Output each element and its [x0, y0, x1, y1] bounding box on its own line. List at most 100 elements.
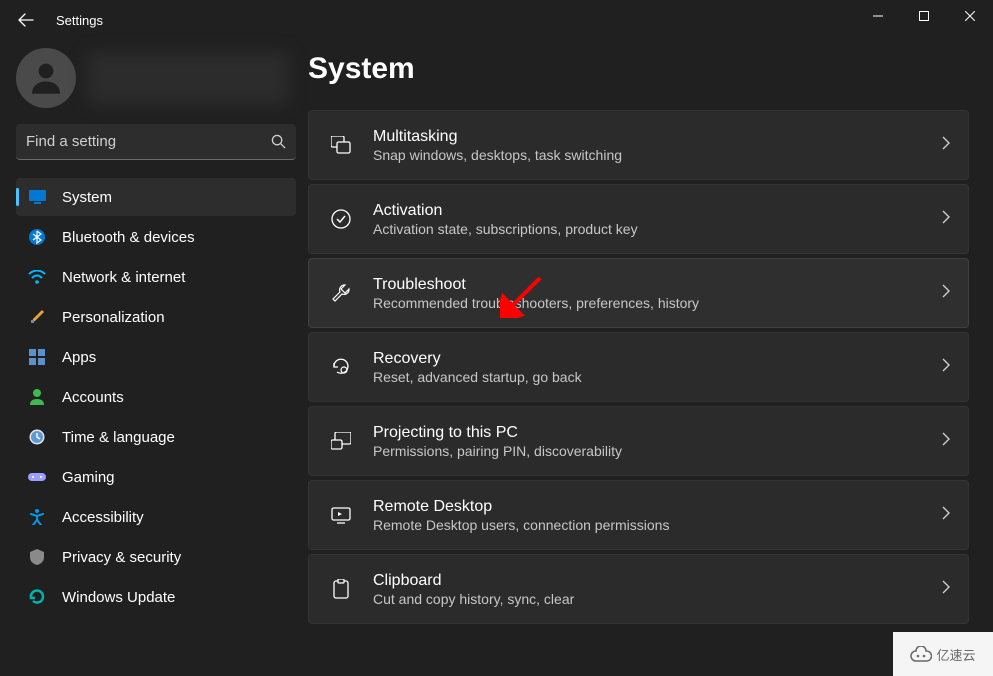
item-text: Recovery Reset, advanced startup, go bac… — [373, 350, 942, 385]
multitask-icon — [327, 136, 355, 154]
chevron-right-icon — [942, 580, 950, 599]
sidebar: System Bluetooth & devices Network & int… — [0, 40, 300, 676]
sidebar-item-privacy[interactable]: Privacy & security — [16, 538, 296, 576]
user-account-area[interactable] — [16, 48, 300, 108]
shield-icon — [28, 548, 46, 566]
item-desc: Activation state, subscriptions, product… — [373, 221, 942, 237]
sidebar-item-accessibility[interactable]: Accessibility — [16, 498, 296, 536]
clock-icon — [28, 428, 46, 446]
chevron-right-icon — [942, 136, 950, 155]
item-title: Activation — [373, 202, 942, 220]
main-content: System Multitasking Snap windows, deskto… — [300, 40, 993, 676]
sidebar-item-bluetooth[interactable]: Bluetooth & devices — [16, 218, 296, 256]
item-desc: Recommended troubleshooters, preferences… — [373, 295, 942, 311]
chevron-right-icon — [942, 210, 950, 229]
clipboard-icon — [327, 579, 355, 599]
item-title: Troubleshoot — [373, 276, 942, 294]
settings-item-recovery[interactable]: Recovery Reset, advanced startup, go bac… — [308, 332, 969, 402]
sidebar-item-label: Accounts — [62, 389, 124, 406]
window-controls — [855, 0, 993, 32]
page-title: System — [308, 52, 969, 86]
item-desc: Cut and copy history, sync, clear — [373, 591, 942, 607]
item-text: Multitasking Snap windows, desktops, tas… — [373, 128, 942, 163]
apps-icon — [28, 348, 46, 366]
back-button[interactable] — [14, 8, 38, 32]
sidebar-item-system[interactable]: System — [16, 178, 296, 216]
sidebar-item-label: Privacy & security — [62, 549, 181, 566]
recovery-icon — [327, 357, 355, 377]
sidebar-item-gaming[interactable]: Gaming — [16, 458, 296, 496]
bluetooth-icon — [28, 228, 46, 246]
watermark: 亿速云 — [893, 632, 993, 676]
sidebar-item-label: Bluetooth & devices — [62, 229, 195, 246]
settings-item-projecting[interactable]: Projecting to this PC Permissions, pairi… — [308, 406, 969, 476]
item-text: Clipboard Cut and copy history, sync, cl… — [373, 572, 942, 607]
minimize-button[interactable] — [855, 0, 901, 32]
cloud-icon — [910, 646, 932, 662]
brush-icon — [28, 308, 46, 326]
sidebar-item-label: System — [62, 189, 112, 206]
monitor-icon — [28, 188, 46, 206]
close-icon — [965, 11, 975, 21]
item-title: Remote Desktop — [373, 498, 942, 516]
chevron-right-icon — [942, 432, 950, 451]
minimize-icon — [873, 11, 883, 21]
maximize-button[interactable] — [901, 0, 947, 32]
item-title: Clipboard — [373, 572, 942, 590]
item-text: Projecting to this PC Permissions, pairi… — [373, 424, 942, 459]
gamepad-icon — [28, 468, 46, 486]
project-icon — [327, 432, 355, 450]
wrench-icon — [327, 283, 355, 303]
settings-item-troubleshoot[interactable]: Troubleshoot Recommended troubleshooters… — [308, 258, 969, 328]
sidebar-item-accounts[interactable]: Accounts — [16, 378, 296, 416]
item-title: Projecting to this PC — [373, 424, 942, 442]
sidebar-item-label: Accessibility — [62, 509, 144, 526]
close-button[interactable] — [947, 0, 993, 32]
settings-list: Multitasking Snap windows, desktops, tas… — [308, 110, 969, 624]
item-desc: Permissions, pairing PIN, discoverabilit… — [373, 443, 942, 459]
sidebar-item-personalization[interactable]: Personalization — [16, 298, 296, 336]
sidebar-item-network[interactable]: Network & internet — [16, 258, 296, 296]
item-text: Remote Desktop Remote Desktop users, con… — [373, 498, 942, 533]
back-arrow-icon — [18, 12, 34, 28]
user-info-redacted — [88, 52, 288, 104]
item-desc: Remote Desktop users, connection permiss… — [373, 517, 942, 533]
watermark-text: 亿速云 — [936, 645, 975, 664]
settings-item-clipboard[interactable]: Clipboard Cut and copy history, sync, cl… — [308, 554, 969, 624]
item-title: Multitasking — [373, 128, 942, 146]
item-text: Troubleshoot Recommended troubleshooters… — [373, 276, 942, 311]
chevron-right-icon — [942, 358, 950, 377]
person-icon — [28, 388, 46, 406]
settings-item-remote-desktop[interactable]: Remote Desktop Remote Desktop users, con… — [308, 480, 969, 550]
chevron-right-icon — [942, 284, 950, 303]
remote-icon — [327, 505, 355, 525]
settings-item-multitasking[interactable]: Multitasking Snap windows, desktops, tas… — [308, 110, 969, 180]
window-title: Settings — [56, 13, 103, 28]
update-icon — [28, 588, 46, 606]
avatar — [16, 48, 76, 108]
settings-item-activation[interactable]: Activation Activation state, subscriptio… — [308, 184, 969, 254]
accessibility-icon — [28, 508, 46, 526]
sidebar-item-time-language[interactable]: Time & language — [16, 418, 296, 456]
search-icon — [271, 134, 286, 149]
sidebar-item-windows-update[interactable]: Windows Update — [16, 578, 296, 616]
item-desc: Snap windows, desktops, task switching — [373, 147, 942, 163]
item-desc: Reset, advanced startup, go back — [373, 369, 942, 385]
search-input[interactable] — [26, 133, 271, 150]
wifi-icon — [28, 268, 46, 286]
nav-list: System Bluetooth & devices Network & int… — [16, 178, 300, 616]
sidebar-item-label: Apps — [62, 349, 96, 366]
sidebar-item-label: Network & internet — [62, 269, 185, 286]
sidebar-item-apps[interactable]: Apps — [16, 338, 296, 376]
titlebar: Settings — [0, 0, 993, 40]
sidebar-item-label: Gaming — [62, 469, 115, 486]
chevron-right-icon — [942, 506, 950, 525]
sidebar-item-label: Personalization — [62, 309, 165, 326]
search-box[interactable] — [16, 124, 296, 160]
maximize-icon — [919, 11, 929, 21]
sidebar-item-label: Time & language — [62, 429, 175, 446]
check-icon — [327, 209, 355, 229]
item-text: Activation Activation state, subscriptio… — [373, 202, 942, 237]
person-icon — [25, 57, 67, 99]
item-title: Recovery — [373, 350, 942, 368]
